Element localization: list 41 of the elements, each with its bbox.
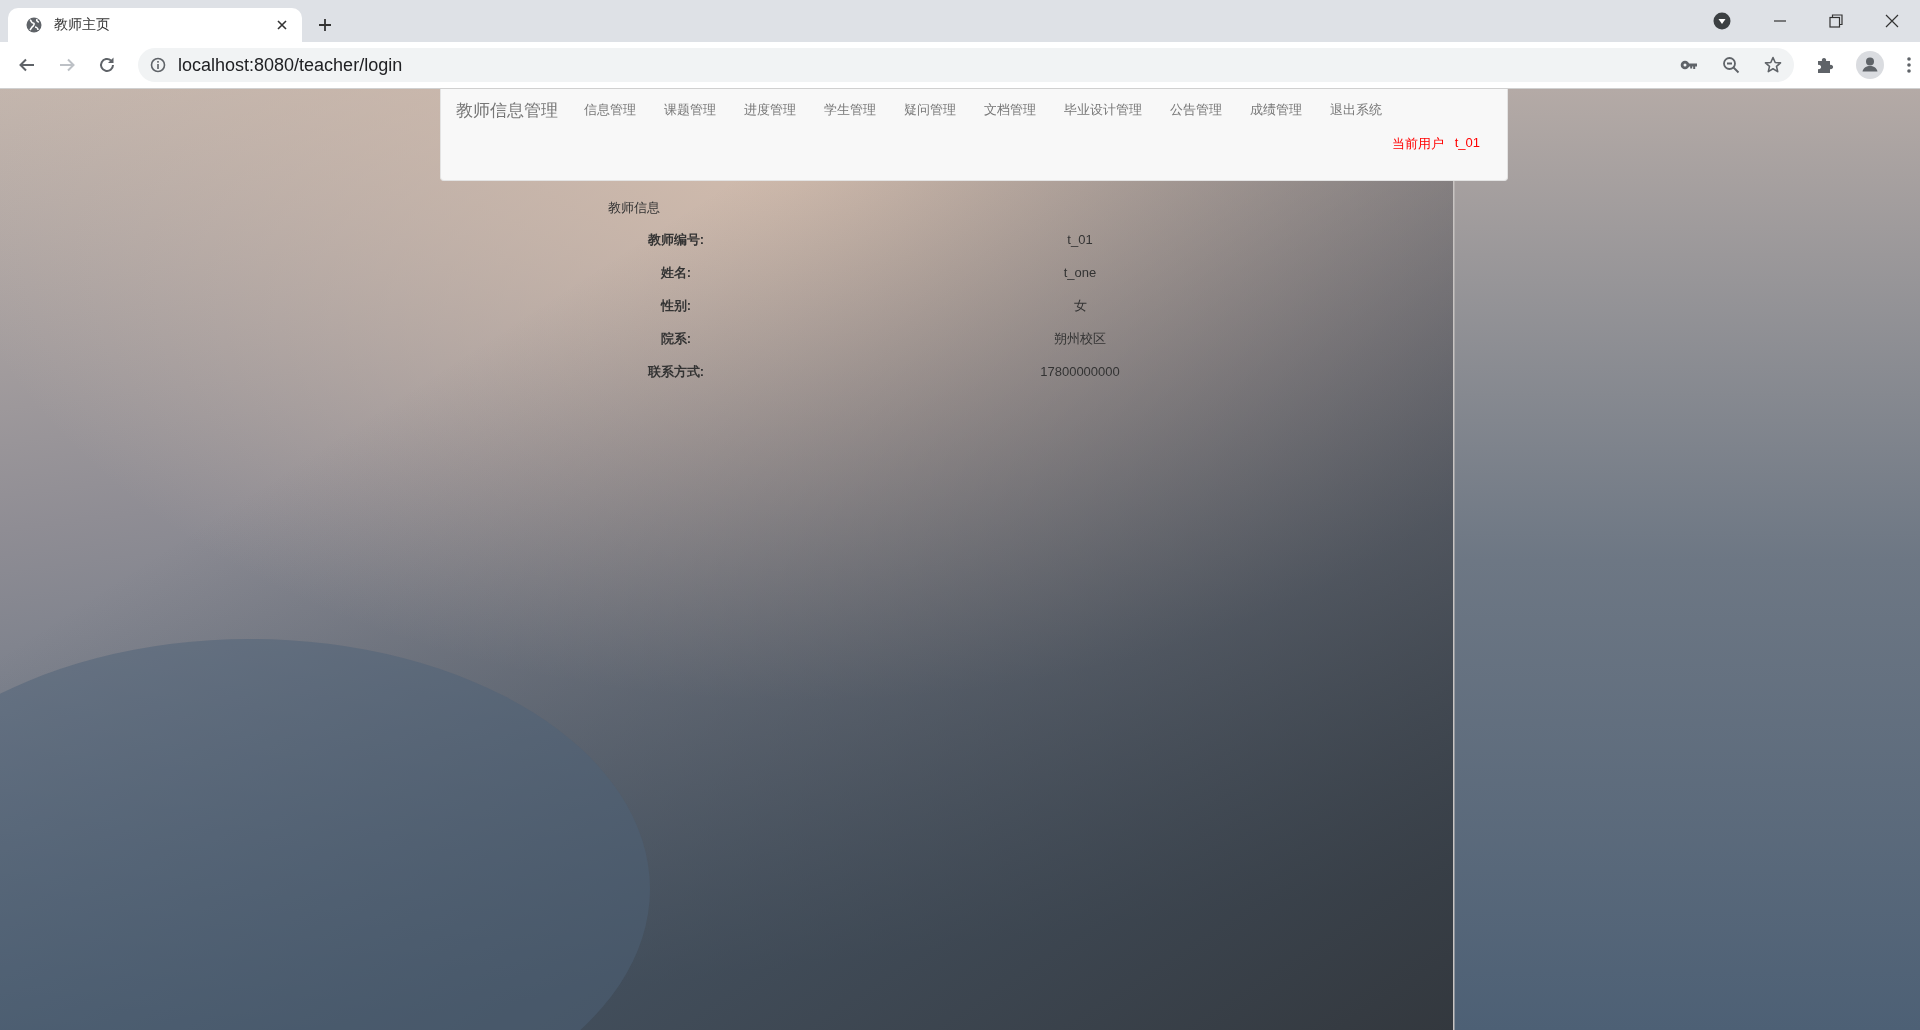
nav-link[interactable]: 信息管理 <box>570 101 650 119</box>
field-label: 联系方式: <box>646 363 706 380</box>
field-value: 朔州校区 <box>1053 330 1107 347</box>
profile-icon[interactable] <box>1856 51 1884 79</box>
field-value: 17800000000 <box>1039 363 1121 380</box>
dropdown-icon[interactable] <box>1713 12 1731 30</box>
key-icon[interactable] <box>1680 59 1698 71</box>
reload-icon[interactable] <box>98 56 116 74</box>
nav-link[interactable]: 学生管理 <box>810 101 890 119</box>
plus-icon[interactable] <box>317 17 333 33</box>
back-icon[interactable] <box>18 56 36 74</box>
nav-link[interactable]: 文档管理 <box>970 101 1050 119</box>
field-label: 院系: <box>659 330 693 347</box>
nav-link[interactable]: 退出系统 <box>1316 101 1396 119</box>
brand-title[interactable]: 教师信息管理 <box>456 98 558 122</box>
section-title: 教师信息 <box>608 199 661 217</box>
field-value: 女 <box>1072 297 1088 314</box>
user-name: t_01 <box>1454 135 1480 152</box>
field-value: t_01 <box>1066 231 1094 248</box>
nav-link[interactable]: 成绩管理 <box>1236 101 1316 119</box>
info-icon[interactable] <box>150 57 166 73</box>
more-icon[interactable] <box>1906 56 1912 74</box>
zoom-out-icon[interactable] <box>1722 56 1740 74</box>
nav-link[interactable]: 公告管理 <box>1156 101 1236 119</box>
nav-link[interactable]: 进度管理 <box>730 101 810 119</box>
user-label: 当前用户 <box>1391 135 1444 153</box>
nav-link[interactable]: 课题管理 <box>650 101 730 119</box>
field-value: t_one <box>1062 264 1098 281</box>
field-label: 姓名: <box>659 264 693 281</box>
star-icon[interactable] <box>1764 56 1782 74</box>
nav-link[interactable]: 毕业设计管理 <box>1050 101 1156 119</box>
address-bar[interactable]: localhost:8080/teacher/login <box>138 48 1794 82</box>
restore-icon[interactable] <box>1829 14 1843 28</box>
tab-title: 教师主页 <box>54 16 111 34</box>
url-text: localhost:8080/teacher/login <box>178 54 403 76</box>
field-label: 教师编号: <box>646 231 706 248</box>
field-label: 性别: <box>659 297 693 314</box>
browser-tab[interactable]: 教师主页 <box>8 8 302 42</box>
close-icon[interactable] <box>1885 14 1899 28</box>
puzzle-icon[interactable] <box>1816 56 1834 74</box>
nav-link[interactable]: 疑问管理 <box>890 101 970 119</box>
